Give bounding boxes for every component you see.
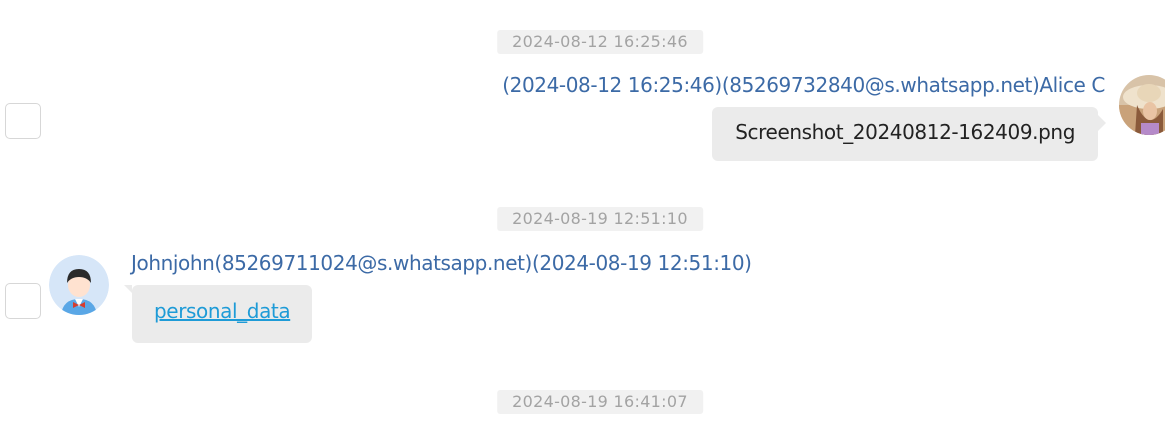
message-bubble[interactable]: Screenshot_20240812-162409.png: [712, 107, 1106, 161]
default-user-avatar-icon[interactable]: [49, 255, 109, 315]
message-sender-header: (2024-08-12 16:25:46)(85269732840@s.what…: [502, 73, 1105, 97]
attachment-link[interactable]: personal_data: [154, 299, 291, 323]
user-photo-avatar-icon[interactable]: [1119, 75, 1165, 135]
message-timestamp: 2024-08-19 12:51:10: [497, 207, 703, 231]
message-timestamp: 2024-08-12 16:25:46: [497, 30, 703, 54]
message-select-checkbox[interactable]: [5, 103, 41, 139]
message-sender-header: Johnjohn(85269711024@s.whatsapp.net)(202…: [131, 251, 752, 275]
attachment-filename[interactable]: Screenshot_20240812-162409.png: [735, 120, 1075, 144]
message-select-checkbox[interactable]: [5, 283, 41, 319]
message-timestamp: 2024-08-19 16:41:07: [497, 390, 703, 414]
message-bubble[interactable]: personal_data: [123, 285, 313, 343]
